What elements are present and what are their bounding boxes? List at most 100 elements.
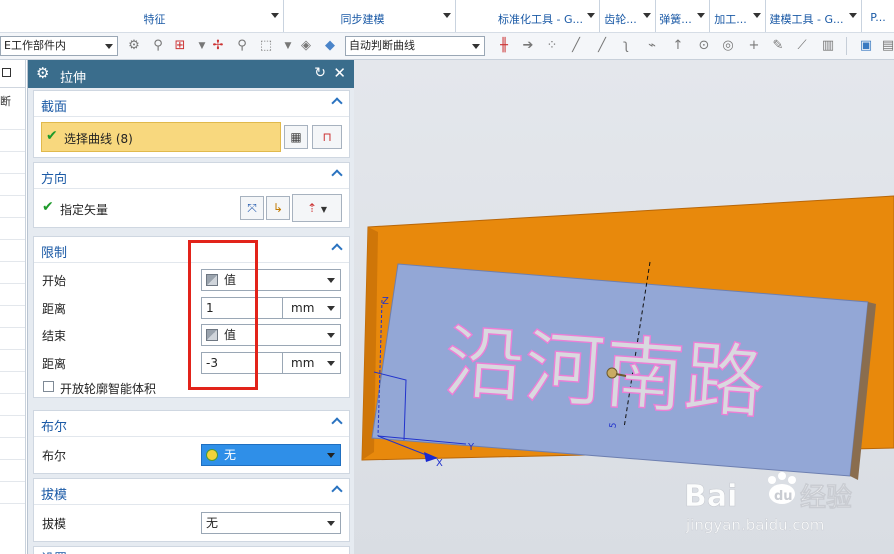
chevron-down-icon[interactable] [443, 13, 451, 18]
list-item[interactable] [0, 482, 25, 504]
reset-icon[interactable]: ↻ [314, 65, 326, 81]
graphics-viewport[interactable]: 沿河南路 Z X Y 5 Bai du 经验 jingyan.baidu.com [354, 60, 894, 554]
ribbon-group-sync-modeling[interactable]: 同步建模 [284, 0, 456, 32]
list-item[interactable] [0, 438, 25, 460]
point-icon[interactable]: + [746, 38, 762, 54]
center-point-icon[interactable]: ⊙ [696, 38, 712, 54]
start-distance-unit-select[interactable]: mm [283, 297, 341, 319]
selection-scope-combo[interactable]: E工作部件内 [0, 36, 118, 56]
vector-type-dropdown[interactable]: ⇡ ▼ [292, 194, 342, 222]
chevron-down-icon[interactable] [697, 13, 705, 18]
spline-icon[interactable]: ⌁ [644, 38, 660, 54]
ribbon-group-gear[interactable]: 齿轮... [600, 0, 656, 32]
list-item[interactable] [0, 284, 25, 306]
quadrant-point-icon[interactable]: ◎ [720, 38, 736, 54]
chevron-up-icon[interactable] [331, 243, 343, 255]
list-item[interactable] [0, 394, 25, 416]
chevron-down-icon[interactable] [753, 13, 761, 18]
end-type-select[interactable]: 值 [201, 324, 341, 346]
ribbon-group-feature[interactable]: 特征 [0, 0, 284, 32]
filter-off-icon[interactable]: ⚲ [150, 38, 166, 54]
list-item[interactable] [0, 196, 25, 218]
ribbon-group-modeling-tools[interactable]: 建模工具 - G... [766, 0, 862, 32]
gear-icon[interactable]: ⚙ [36, 66, 49, 81]
drag-handle[interactable] [606, 367, 618, 379]
grid-icon[interactable]: ▥ [820, 38, 836, 54]
list-item[interactable] [0, 372, 25, 394]
model-canvas[interactable]: 沿河南路 Z X Y 5 Bai du 经验 jingyan.baidu.com [354, 60, 894, 554]
list-item[interactable] [0, 328, 25, 350]
pen-icon[interactable]: ✎ [770, 38, 786, 54]
maximize-icon[interactable] [2, 68, 11, 77]
list-item[interactable] [0, 306, 25, 328]
solid-cube-icon[interactable]: ◆ [322, 38, 338, 54]
boolean-select[interactable]: 无 [201, 444, 341, 466]
ribbon-group-more[interactable]: P... [862, 0, 894, 32]
boolean-title: 布尔 [41, 420, 68, 435]
arc-icon[interactable]: ʅ [618, 38, 634, 54]
ribbon-group-standard-tools[interactable]: 标准化工具 - G... [496, 0, 600, 32]
chevron-up-icon[interactable] [331, 417, 343, 429]
feature-curve-icon[interactable]: ⁘ [544, 38, 560, 54]
ribbon-group-label: 特征 [143, 13, 166, 26]
snap-point-icon[interactable]: ⊞ [172, 38, 188, 54]
limits-header[interactable]: 限制 [34, 237, 349, 263]
list-item[interactable] [0, 174, 25, 196]
start-distance-row: 距离 1 mm [34, 296, 349, 320]
chevron-up-icon[interactable] [331, 169, 343, 181]
box-select-icon[interactable]: ⬚ [258, 38, 274, 54]
settings-header[interactable]: 设置 [34, 547, 349, 554]
open-profile-checkbox[interactable] [43, 381, 54, 392]
layer-icon[interactable]: ▤ [880, 38, 894, 54]
curve-rule-combo[interactable]: 自动判断曲线 [345, 36, 485, 56]
list-item[interactable] [0, 218, 25, 240]
chevron-down-icon[interactable]: ▼ [194, 38, 210, 54]
end-distance-input[interactable]: -3 [201, 352, 283, 374]
snap-icon[interactable]: ✢ [210, 38, 226, 54]
select-icon[interactable]: ⚲ [234, 38, 250, 54]
line-icon[interactable]: ╱ [568, 38, 584, 54]
boolean-row: 布尔 无 [34, 443, 349, 467]
list-item[interactable] [0, 350, 25, 372]
sketch-section-button[interactable]: ▦ [284, 125, 308, 149]
list-item[interactable] [0, 416, 25, 438]
start-distance-input[interactable]: 1 [201, 297, 283, 319]
start-type-select[interactable]: 值 [201, 269, 341, 291]
chevron-down-icon[interactable]: ▼ [280, 38, 296, 54]
close-icon[interactable]: ✕ [333, 64, 346, 82]
chevron-up-icon[interactable] [331, 97, 343, 109]
draft-select[interactable]: 无 [201, 512, 341, 534]
list-item[interactable] [0, 240, 25, 262]
chevron-down-icon: ▼ [320, 205, 328, 214]
filter-icon[interactable]: ⚙ [126, 38, 142, 54]
select-curve-field[interactable]: ✔ 选择曲线 (8) [41, 122, 281, 152]
list-item[interactable] [0, 108, 25, 130]
part-navigator-strip: 断 [0, 60, 26, 554]
list-item[interactable] [0, 460, 25, 482]
ribbon-group-machining[interactable]: 加工... [710, 0, 766, 32]
list-item[interactable] [0, 130, 25, 152]
chevron-down-icon[interactable] [271, 13, 279, 18]
chevron-down-icon[interactable] [849, 13, 857, 18]
direction-header[interactable]: 方向 [34, 163, 349, 189]
point-on-curve-icon[interactable]: ↑ [670, 38, 686, 54]
eraser-icon[interactable]: ◈ [298, 38, 314, 54]
boolean-header[interactable]: 布尔 [34, 411, 349, 437]
draft-header[interactable]: 拔模 [34, 479, 349, 505]
arc-center-icon[interactable]: ⟋ [794, 38, 810, 54]
chevron-down-icon[interactable] [587, 13, 595, 18]
ribbon-group-spring[interactable]: 弹簧... [656, 0, 710, 32]
chevron-down-icon[interactable] [643, 13, 651, 18]
section-header[interactable]: 截面 [34, 91, 349, 117]
list-item[interactable] [0, 262, 25, 284]
view-icon[interactable]: ▣ [858, 38, 874, 54]
reverse-direction-button[interactable]: ⤧ [240, 196, 264, 220]
line-icon[interactable]: ╱ [594, 38, 610, 54]
list-item[interactable] [0, 152, 25, 174]
end-distance-unit-select[interactable]: mm [283, 352, 341, 374]
chevron-up-icon[interactable] [331, 485, 343, 497]
curve-section-button[interactable]: ⊓ [312, 125, 342, 149]
stop-at-intersection-icon[interactable]: ╫ [496, 38, 512, 54]
vector-dialog-button[interactable]: ↳ [266, 196, 290, 220]
follow-fillet-icon[interactable]: ➔ [520, 38, 536, 54]
